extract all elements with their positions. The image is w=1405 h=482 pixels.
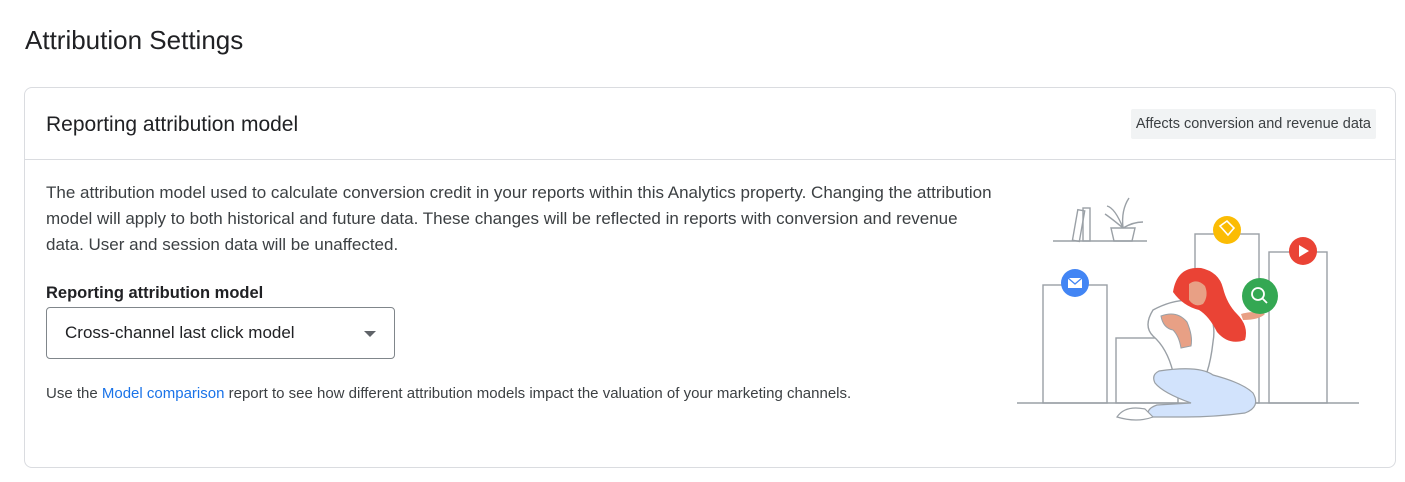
reporting-attribution-card: Reporting attribution model Affects conv… — [24, 87, 1396, 468]
model-comparison-hint: Use the Model comparison report to see h… — [46, 383, 851, 405]
card-header: Reporting attribution model Affects conv… — [25, 88, 1395, 160]
affects-data-badge: Affects conversion and revenue data — [1130, 109, 1376, 139]
mail-icon — [1061, 269, 1089, 297]
tag-icon — [1213, 216, 1241, 244]
play-icon — [1289, 237, 1317, 265]
search-icon — [1242, 278, 1278, 314]
dropdown-arrow-icon — [364, 331, 376, 337]
card-title: Reporting attribution model — [46, 113, 299, 136]
attribution-model-label: Reporting attribution model — [46, 284, 264, 302]
attribution-illustration — [1017, 197, 1359, 421]
model-comparison-link[interactable]: Model comparison — [102, 385, 225, 402]
hint-prefix: Use the — [46, 385, 102, 402]
attribution-model-select[interactable]: Cross-channel last click model — [46, 307, 395, 359]
attribution-settings-page: Attribution Settings Reporting attributi… — [0, 0, 1405, 482]
hint-suffix: report to see how different attribution … — [224, 385, 852, 402]
page-title: Attribution Settings — [25, 25, 244, 55]
attribution-description: The attribution model used to calculate … — [46, 183, 992, 254]
attribution-model-selected-value: Cross-channel last click model — [65, 323, 295, 342]
